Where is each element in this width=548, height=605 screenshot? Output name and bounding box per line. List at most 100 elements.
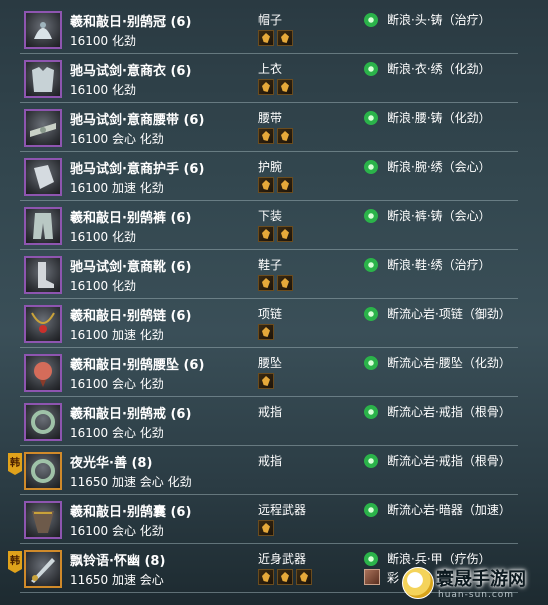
rune-icon[interactable] xyxy=(258,569,274,585)
item-slot: 戒指 xyxy=(258,454,283,468)
equipment-row[interactable]: 韩 夜光华·善 (8) 11650 加速 会心 化劲 戒指 断流心岩·戒指（根骨） xyxy=(0,446,518,495)
equipment-row[interactable]: 驰马试剑·意商护手 (6) 16100 加速 化劲 护腕 断浪·腕·绣（会心） xyxy=(0,152,518,201)
item-name[interactable]: 羲和敲日·别鹄链 (6) xyxy=(70,305,191,324)
enchant-icon[interactable] xyxy=(364,552,378,566)
equipment-row[interactable]: 驰马试剑·意商靴 (6) 16100 化劲 鞋子 断浪·鞋·绣（治疗） xyxy=(0,250,518,299)
enchant-text: 断浪·鞋·绣（治疗） xyxy=(387,258,491,272)
rune-slots xyxy=(258,569,312,587)
enchant-text: 断浪·腰·铸（化劲） xyxy=(387,111,491,125)
item-slot: 下装 xyxy=(258,209,283,223)
item-stats: 11650 加速 会心 化劲 xyxy=(70,475,192,489)
rune-slots xyxy=(258,128,293,146)
item-name[interactable]: 羲和敲日·别鹄腰坠 (6) xyxy=(70,354,204,373)
rune-icon[interactable] xyxy=(277,30,293,46)
enchant2-text: 彩 xyxy=(387,571,400,585)
bracer-icon[interactable] xyxy=(24,158,62,196)
rune-icon[interactable] xyxy=(258,30,274,46)
item-name[interactable]: 羲和敲日·别鹄裤 (6) xyxy=(70,207,191,226)
item-slot: 鞋子 xyxy=(258,258,283,272)
rune-icon[interactable] xyxy=(258,128,274,144)
ring-icon[interactable] xyxy=(24,403,62,441)
rune-slots xyxy=(258,373,274,391)
rune-icon[interactable] xyxy=(258,520,274,536)
set-badge: 韩 xyxy=(8,453,22,475)
equipment-row[interactable]: 驰马试剑·意商腰带 (6) 16100 会心 化劲 腰带 断浪·腰·铸（化劲） xyxy=(0,103,518,152)
necklace-icon[interactable] xyxy=(24,305,62,343)
rune-icon[interactable] xyxy=(277,128,293,144)
item-name[interactable]: 驰马试剑·意商护手 (6) xyxy=(70,158,204,177)
enchant-icon[interactable] xyxy=(364,454,378,468)
item-stats: 16100 化劲 xyxy=(70,83,136,97)
rune-slots xyxy=(258,79,293,97)
enchant-text: 断浪·腕·绣（会心） xyxy=(387,160,491,174)
item-name[interactable]: 羲和敲日·别鹄囊 (6) xyxy=(70,501,191,520)
equipment-row[interactable]: 羲和敲日·别鹄戒 (6) 16100 会心 化劲 戒指 断流心岩·戒指（根骨） xyxy=(0,397,518,446)
robe-icon[interactable] xyxy=(24,60,62,98)
equipment-row[interactable]: 羲和敲日·别鹄囊 (6) 16100 会心 化劲 远程武器 断流心岩·暗器（加速） xyxy=(0,495,518,544)
rune-icon[interactable] xyxy=(258,226,274,242)
pendant-icon[interactable] xyxy=(24,354,62,392)
rune-icon[interactable] xyxy=(277,226,293,242)
item-slot: 近身武器 xyxy=(258,552,307,566)
enchant-icon[interactable] xyxy=(364,111,378,125)
pants-icon[interactable] xyxy=(24,207,62,245)
equipment-row[interactable]: 羲和敲日·别鹄链 (6) 16100 加速 化劲 项链 断流心岩·项链（御劲） xyxy=(0,299,518,348)
watermark-text: 寰晟手游网 xyxy=(436,569,526,590)
item-name[interactable]: 飘铃语·怀幽 (8) xyxy=(70,550,165,569)
enchant2-icon[interactable] xyxy=(364,569,380,585)
ring-icon[interactable] xyxy=(24,452,62,490)
enchant-icon[interactable] xyxy=(364,307,378,321)
weapon-icon[interactable] xyxy=(24,550,62,588)
item-name[interactable]: 驰马试剑·意商靴 (6) xyxy=(70,256,191,275)
quiver-icon[interactable] xyxy=(24,501,62,539)
enchant-text: 断流心岩·腰坠（化劲） xyxy=(387,356,511,370)
rune-icon[interactable] xyxy=(258,79,274,95)
watermark-sub: huan-sun.com xyxy=(438,590,515,600)
item-slot: 项链 xyxy=(258,307,283,321)
equipment-row[interactable]: 羲和敲日·别鹄冠 (6) 16100 化劲 帽子 断浪·头·铸（治疗） xyxy=(0,5,518,54)
item-name[interactable]: 驰马试剑·意商衣 (6) xyxy=(70,60,191,79)
item-stats: 16100 会心 化劲 xyxy=(70,132,164,146)
enchant-text: 断浪·衣·绣（化劲） xyxy=(387,62,491,76)
rune-icon[interactable] xyxy=(277,569,293,585)
equipment-row[interactable]: 羲和敲日·别鹄腰坠 (6) 16100 会心 化劲 腰坠 断流心岩·腰坠（化劲） xyxy=(0,348,518,397)
enchant-icon[interactable] xyxy=(364,503,378,517)
rune-icon[interactable] xyxy=(277,79,293,95)
enchant-text: 断流心岩·戒指（根骨） xyxy=(387,454,511,468)
hat-icon[interactable] xyxy=(24,11,62,49)
item-stats: 16100 会心 化劲 xyxy=(70,377,164,391)
watermark: 寰晟手游网 huan-sun.com xyxy=(402,563,548,605)
equipment-row[interactable]: 驰马试剑·意商衣 (6) 16100 化劲 上衣 断浪·衣·绣（化劲） xyxy=(0,54,518,103)
enchant-text: 断浪·头·铸（治疗） xyxy=(387,13,491,27)
enchant-icon[interactable] xyxy=(364,258,378,272)
rune-icon[interactable] xyxy=(258,177,274,193)
item-name[interactable]: 夜光华·善 (8) xyxy=(70,452,152,471)
rune-icon[interactable] xyxy=(277,177,293,193)
item-name[interactable]: 羲和敲日·别鹄戒 (6) xyxy=(70,403,191,422)
rune-slots xyxy=(258,226,293,244)
rune-icon[interactable] xyxy=(258,275,274,291)
item-name[interactable]: 羲和敲日·别鹄冠 (6) xyxy=(70,11,191,30)
enchant-icon[interactable] xyxy=(364,356,378,370)
rune-icon[interactable] xyxy=(277,275,293,291)
item-stats: 16100 会心 化劲 xyxy=(70,426,164,440)
item-name[interactable]: 驰马试剑·意商腰带 (6) xyxy=(70,109,204,128)
belt-icon[interactable] xyxy=(24,109,62,147)
item-stats: 16100 化劲 xyxy=(70,279,136,293)
enchant-icon[interactable] xyxy=(364,13,378,27)
item-stats: 16100 会心 化劲 xyxy=(70,524,164,538)
enchant-text: 断浪·裤·铸（会心） xyxy=(387,209,491,223)
enchant-icon[interactable] xyxy=(364,62,378,76)
rune-icon[interactable] xyxy=(258,324,274,340)
item-slot: 腰坠 xyxy=(258,356,283,370)
enchant-icon[interactable] xyxy=(364,405,378,419)
rune-slots xyxy=(258,177,293,195)
item-stats: 16100 加速 化劲 xyxy=(70,181,164,195)
set-badge: 韩 xyxy=(8,551,22,573)
rune-icon[interactable] xyxy=(258,373,274,389)
rune-icon[interactable] xyxy=(296,569,312,585)
enchant-icon[interactable] xyxy=(364,209,378,223)
equipment-row[interactable]: 羲和敲日·别鹄裤 (6) 16100 化劲 下装 断浪·裤·铸（会心） xyxy=(0,201,518,250)
enchant-icon[interactable] xyxy=(364,160,378,174)
boots-icon[interactable] xyxy=(24,256,62,294)
